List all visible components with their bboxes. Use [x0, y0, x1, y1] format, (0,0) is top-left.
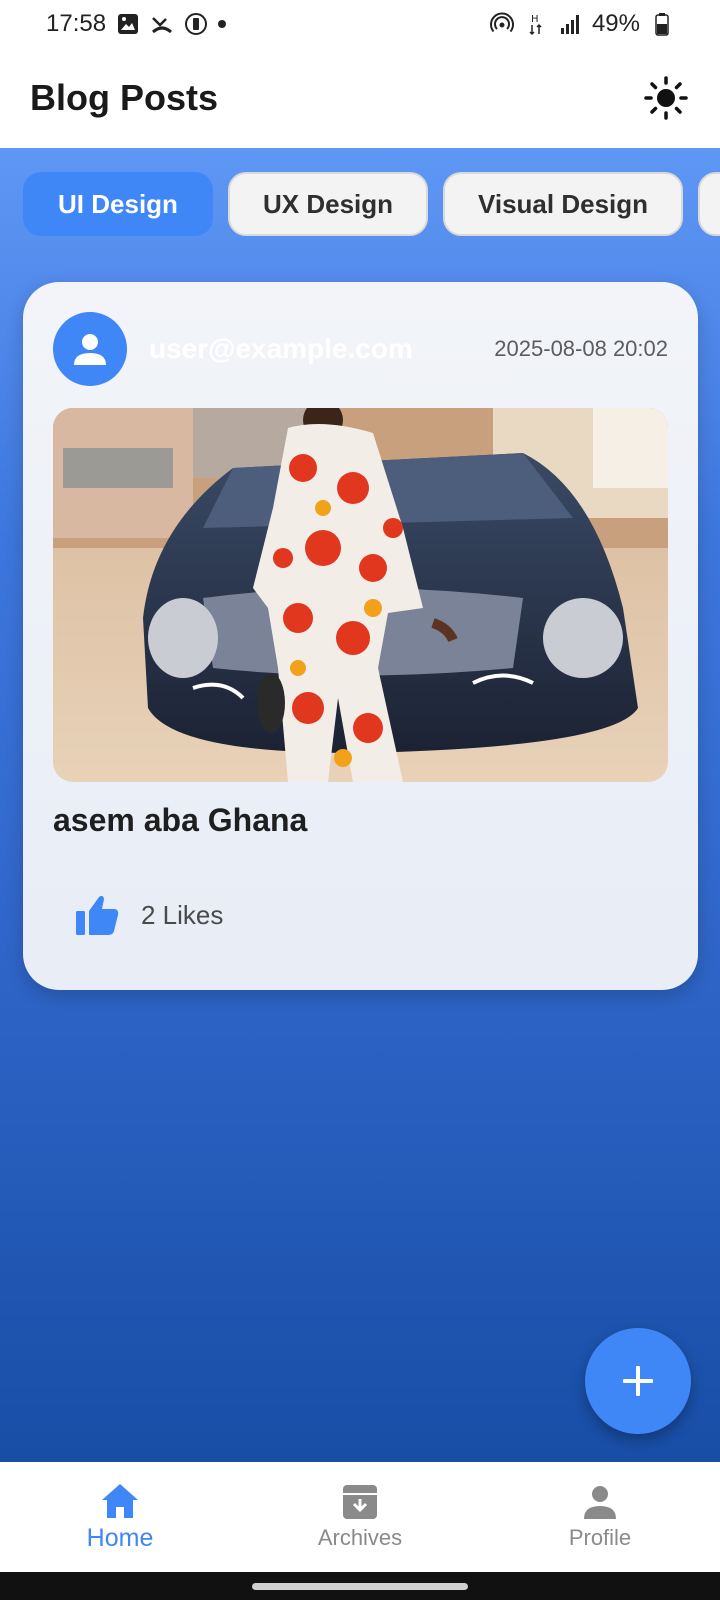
- person-icon: [74, 334, 106, 365]
- post-card[interactable]: user@example.com 2025-08-08 20:02 asem a…: [23, 282, 698, 990]
- home-gesture-handle[interactable]: [252, 1582, 468, 1590]
- page-title: Blog Posts: [30, 77, 219, 118]
- chip-visual-design[interactable]: Visual Design: [443, 172, 683, 236]
- device-sync-icon: [184, 12, 208, 36]
- plus-icon: [623, 1366, 653, 1396]
- nav-item-archives[interactable]: Archives: [240, 1462, 480, 1572]
- status-time: 17:58: [46, 10, 107, 37]
- sun-icon: [644, 76, 688, 120]
- avatar[interactable]: [53, 312, 127, 386]
- data-transfer-icon: H: [524, 12, 548, 36]
- app-bar: Blog Posts: [0, 48, 720, 148]
- nav-label-profile: Profile: [568, 1525, 632, 1550]
- post-author: user@example.com: [149, 333, 413, 364]
- nav-label-home: Home: [86, 1523, 154, 1552]
- person-icon: [584, 1486, 616, 1519]
- posts-feed[interactable]: UI Design UX Design Visual Design user@e…: [0, 148, 720, 1462]
- like-button[interactable]: 2 Likes: [75, 894, 223, 936]
- chip-ux-design[interactable]: UX Design: [228, 172, 428, 236]
- post-photo-illustration: [53, 408, 668, 782]
- post-date: 2025-08-08 20:02: [494, 336, 668, 361]
- chip-ui-design[interactable]: UI Design: [23, 172, 213, 236]
- likes-count: 2 Likes: [141, 899, 224, 930]
- hotspot-icon: [489, 12, 514, 36]
- image-notification-icon: [116, 12, 140, 36]
- post-title: asem aba Ghana: [53, 802, 308, 838]
- thumbs-up-icon: [76, 895, 119, 935]
- chip-more-category[interactable]: [698, 172, 720, 236]
- add-post-button[interactable]: [585, 1328, 691, 1434]
- signal-icon: [558, 12, 582, 36]
- system-nav-bar: [0, 1572, 720, 1600]
- category-chips: UI Design UX Design Visual Design: [23, 172, 720, 236]
- battery-icon: [650, 12, 674, 36]
- svg-text:H: H: [531, 14, 539, 25]
- post-image[interactable]: [53, 408, 668, 782]
- nav-item-profile[interactable]: Profile: [480, 1462, 720, 1572]
- battery-percent: 49%: [591, 10, 640, 37]
- status-bar: 17:58 H 49%: [0, 0, 720, 48]
- missed-call-icon: [150, 12, 174, 36]
- archive-icon: [343, 1485, 377, 1519]
- nav-item-home[interactable]: Home: [0, 1462, 240, 1572]
- theme-toggle-button[interactable]: [642, 74, 690, 122]
- bottom-navigation: Home Archives Profile: [0, 1462, 720, 1572]
- nav-label-archives: Archives: [317, 1525, 403, 1550]
- post-header: user@example.com 2025-08-08 20:02: [53, 312, 668, 386]
- home-icon: [102, 1483, 138, 1518]
- notification-dot-icon: [218, 20, 227, 28]
